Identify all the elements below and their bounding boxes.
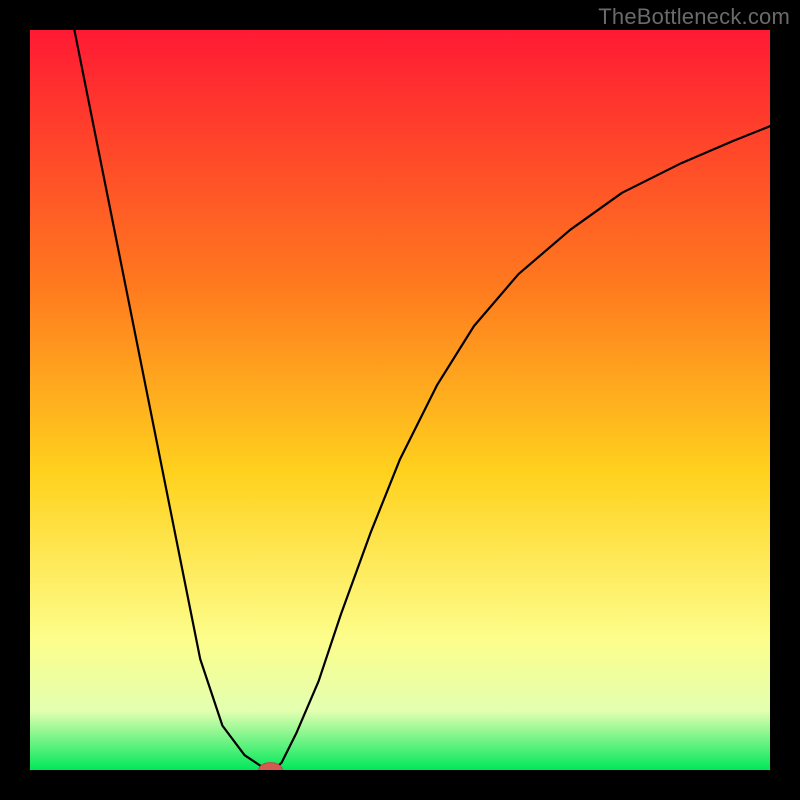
watermark-text: TheBottleneck.com (598, 4, 790, 30)
plot-area (30, 30, 770, 770)
plot-svg (30, 30, 770, 770)
gradient-background (30, 30, 770, 770)
chart-frame: TheBottleneck.com (0, 0, 800, 800)
